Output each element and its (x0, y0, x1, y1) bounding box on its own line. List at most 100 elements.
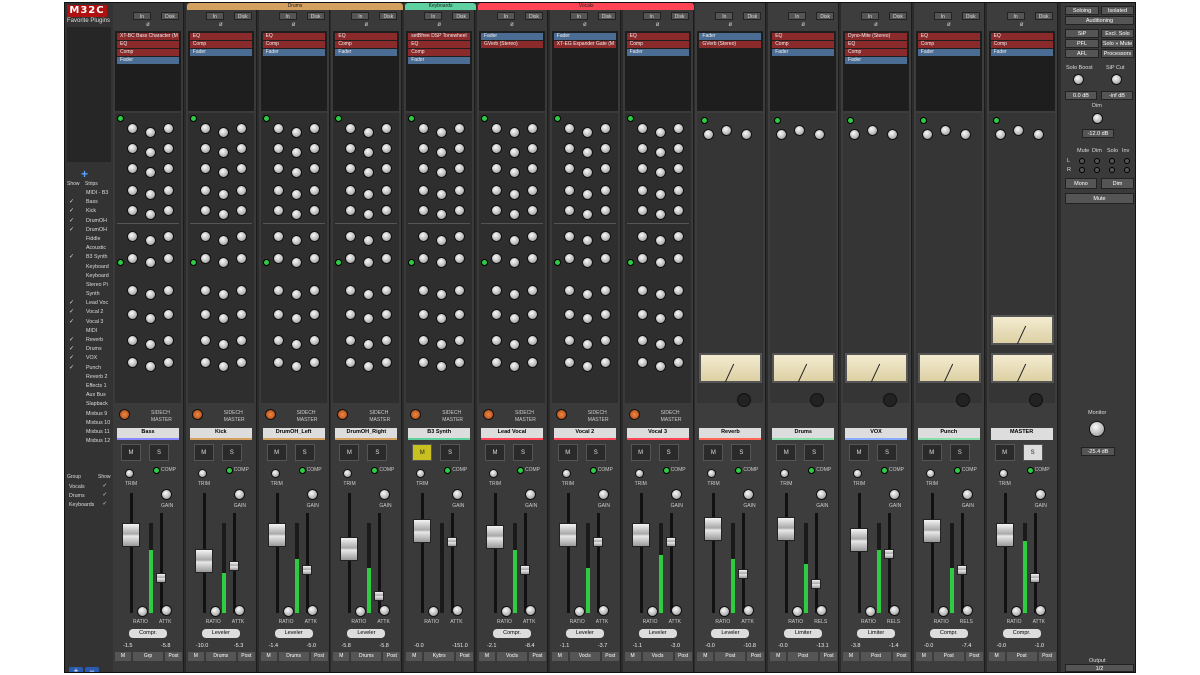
strip-name[interactable]: Bass (117, 428, 179, 440)
eq-knob[interactable] (636, 143, 648, 154)
fader-gain-value[interactable]: -0.0 (414, 643, 423, 649)
pan-knob[interactable] (628, 409, 640, 420)
processor-box[interactable]: Dyno-Mite (Stereo) EQ Comp Fader (843, 31, 909, 111)
eq-knob[interactable] (436, 289, 448, 300)
processor-slot[interactable]: Dyno-Mite (Stereo) (845, 33, 907, 40)
strip-visible-checkbox[interactable]: ✓ (69, 253, 74, 260)
eq-knob[interactable] (672, 309, 684, 320)
comp-threshold-fader[interactable] (447, 537, 458, 547)
comp-gain-knob[interactable] (1034, 489, 1046, 500)
processor-box[interactable]: EQ Comp Fader (333, 31, 400, 111)
eq-knob[interactable] (636, 309, 648, 320)
meter-post-button[interactable]: Post (165, 652, 182, 661)
eq-knob[interactable] (163, 253, 174, 264)
comp-attack-knob[interactable] (379, 605, 391, 616)
comp-ratio-knob[interactable] (428, 606, 440, 617)
eq-knob[interactable] (418, 231, 430, 242)
eq-knob[interactable] (145, 313, 156, 324)
trim-knob[interactable] (197, 469, 207, 478)
eq-knob[interactable] (454, 231, 466, 242)
disk-button[interactable]: Disk (961, 12, 980, 20)
fader-gain-value[interactable]: -1.5 (123, 643, 132, 649)
eq-knob[interactable] (290, 289, 302, 300)
auditioning-button[interactable]: Auditioning (1065, 16, 1134, 25)
fader-gain-value[interactable]: -2.1 (487, 643, 496, 649)
solo-button[interactable]: S (440, 444, 461, 461)
pan-knob[interactable] (191, 409, 203, 420)
pan-knob[interactable] (555, 409, 567, 420)
mute-button[interactable]: M (994, 444, 1015, 461)
group-tab[interactable]: Vocals (478, 3, 695, 10)
comp-gain-knob[interactable] (525, 489, 536, 500)
strip-list-item[interactable]: Mixbus 12 (67, 437, 111, 446)
trim-knob[interactable] (270, 469, 280, 478)
eq-enable-icon[interactable] (553, 115, 561, 122)
group-button[interactable]: Post (861, 652, 891, 661)
eq-knob[interactable] (199, 231, 211, 242)
phase-invert-icon[interactable]: ø (768, 22, 838, 30)
comp-ratio-knob[interactable] (573, 606, 585, 617)
processor-slot[interactable]: Fader (990, 49, 1053, 56)
eq-knob[interactable] (491, 309, 502, 320)
eq-knob[interactable] (509, 289, 520, 300)
processor-slot[interactable]: GVerb (Stereo) (481, 41, 543, 48)
eq-knob[interactable] (527, 285, 538, 296)
strip-name[interactable]: Reverb (699, 428, 762, 440)
phase-invert-icon[interactable]: ø (987, 22, 1057, 30)
solo-button[interactable]: S (585, 444, 606, 461)
comp-attack-knob[interactable] (889, 605, 900, 616)
meter-point-button[interactable]: M (479, 652, 495, 661)
fx-enable-icon[interactable] (992, 117, 1000, 124)
processor-slot[interactable]: Fader (335, 49, 398, 56)
comp-enable-icon[interactable] (589, 467, 597, 474)
fx-enable-icon[interactable] (919, 117, 927, 124)
strip-list-item[interactable]: ✓ DrumOH (67, 226, 111, 235)
comp-enable-icon[interactable] (371, 467, 379, 474)
strip-name[interactable]: Drums (772, 428, 835, 440)
eq-knob[interactable] (363, 289, 375, 300)
strip-visible-checkbox[interactable]: ✓ (69, 354, 74, 361)
dim-value[interactable]: -12.0 dB (1082, 129, 1114, 138)
eq-knob[interactable] (672, 253, 684, 264)
solo-button[interactable]: S (149, 444, 169, 461)
comp-attack-knob[interactable] (1034, 605, 1046, 616)
eq-knob[interactable] (418, 285, 430, 296)
eq-knob[interactable] (654, 235, 666, 246)
output-port-button[interactable]: 1/2 (1065, 664, 1134, 672)
trim-knob[interactable] (707, 469, 717, 478)
eq-knob[interactable] (145, 257, 156, 268)
phase-invert-icon[interactable]: ø (477, 22, 547, 30)
eq-knob[interactable] (563, 205, 575, 216)
fx-knob[interactable] (887, 129, 898, 140)
eq-knob[interactable] (308, 185, 320, 196)
processor-box[interactable]: XT-BC Bass Character (M EQ Comp Fader (115, 31, 181, 111)
eq-knob[interactable] (509, 209, 520, 220)
meter-point-button[interactable]: M (260, 652, 277, 661)
strip-list-item[interactable]: Reverb 2 (67, 373, 111, 382)
eq-knob[interactable] (163, 357, 174, 368)
eq-knob[interactable] (418, 253, 430, 264)
eq-knob[interactable] (454, 123, 466, 134)
strip-list-item[interactable]: ✓ Bass (67, 198, 111, 207)
eq-knob[interactable] (599, 357, 611, 368)
comp-enable-icon[interactable] (153, 467, 160, 474)
eq-knob[interactable] (491, 285, 502, 296)
comp-gain-knob[interactable] (961, 489, 973, 500)
eq-knob[interactable] (272, 285, 284, 296)
fader-gain-value[interactable]: -0.0 (778, 643, 787, 649)
solo-button[interactable]: S (804, 444, 825, 461)
eq-knob[interactable] (217, 235, 229, 246)
fader-gain-value[interactable]: -0.0 (924, 643, 933, 649)
fx-knob[interactable] (721, 125, 733, 136)
processor-slot[interactable]: Fader (845, 57, 907, 64)
trim-knob[interactable] (925, 469, 935, 478)
comp-attack-knob[interactable] (597, 605, 609, 616)
eq-knob[interactable] (418, 357, 430, 368)
eq-knob[interactable] (636, 185, 648, 196)
eq-knob[interactable] (527, 163, 538, 174)
group-list-item[interactable]: Keyboards ✓ (67, 501, 111, 510)
comp-mode-button[interactable]: Compr. (1002, 629, 1041, 638)
trim-knob[interactable] (634, 469, 644, 478)
strip-list-item[interactable]: Mixbus 11 (67, 428, 111, 437)
processor-slot[interactable]: Fader (772, 49, 835, 56)
